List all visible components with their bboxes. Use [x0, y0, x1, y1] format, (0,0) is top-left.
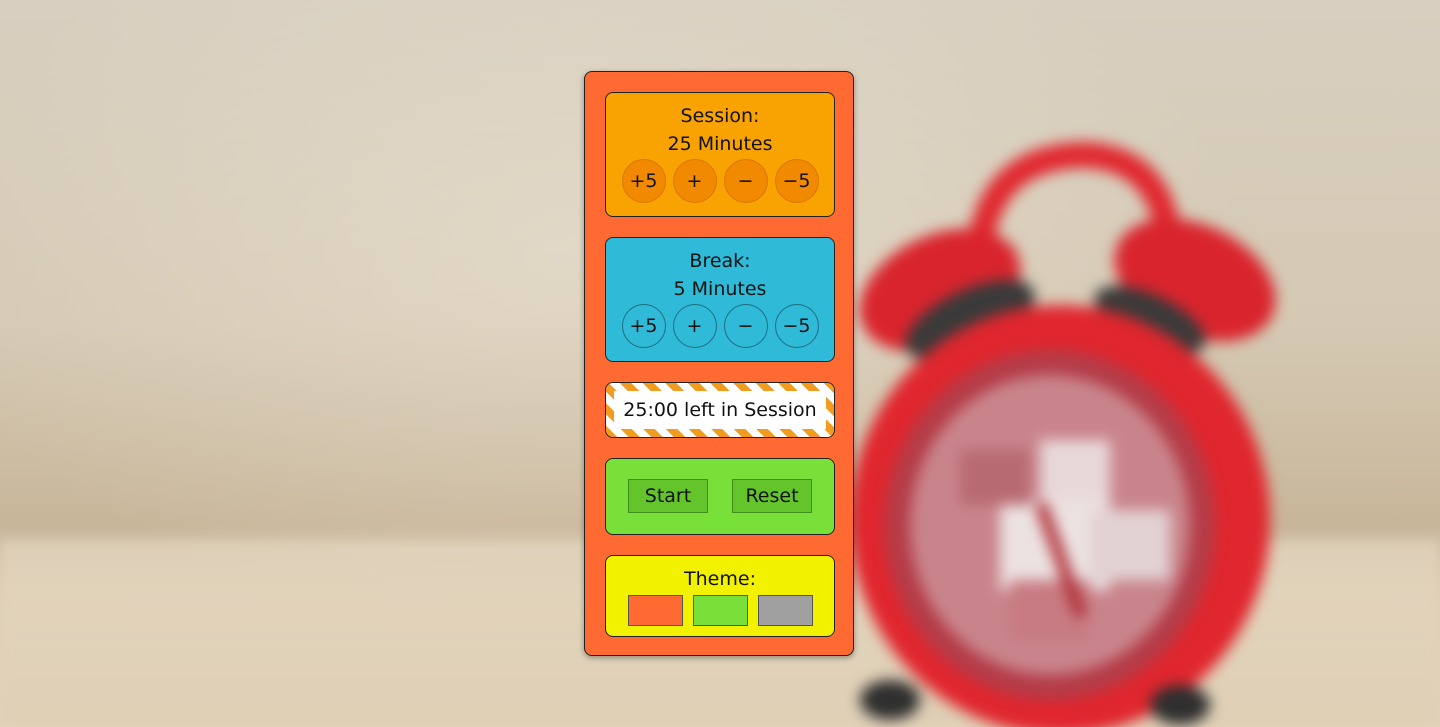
- break-length: 5 Minutes: [673, 278, 767, 300]
- session-minus-1-button[interactable]: −: [723, 159, 768, 203]
- break-minus-1-button[interactable]: −: [723, 304, 768, 348]
- session-plus-1-button[interactable]: +: [672, 159, 717, 203]
- break-panel: Break: 5 Minutes +5 + − −5: [605, 237, 835, 362]
- alarm-clock-image: [850, 141, 1276, 727]
- session-length: 25 Minutes: [667, 133, 773, 155]
- theme-title: Theme:: [684, 568, 756, 590]
- controls-row: Start Reset: [606, 479, 834, 513]
- break-plus-5-button[interactable]: +5: [621, 304, 666, 348]
- break-adjust-buttons: +5 + − −5: [606, 304, 834, 348]
- break-plus-1-button[interactable]: +: [672, 304, 717, 348]
- reset-button[interactable]: Reset: [732, 479, 812, 513]
- session-adjust-buttons: +5 + − −5: [606, 159, 834, 203]
- start-button[interactable]: Start: [628, 479, 708, 513]
- controls-panel: Start Reset: [605, 458, 835, 535]
- timer-status-text: 25:00 left in Session: [623, 399, 817, 421]
- session-panel: Session: 25 Minutes +5 + − −5: [605, 92, 835, 217]
- pomodoro-app: Session: 25 Minutes +5 + − −5 Break: 5 M…: [584, 71, 854, 656]
- theme-swatch-green[interactable]: [692, 595, 748, 626]
- theme-swatches: [606, 595, 834, 626]
- session-title: Session:: [680, 105, 760, 127]
- session-plus-5-button[interactable]: +5: [621, 159, 666, 203]
- break-minus-5-button[interactable]: −5: [774, 304, 819, 348]
- session-minus-5-button[interactable]: −5: [774, 159, 819, 203]
- timer-status-panel: 25:00 left in Session: [605, 382, 835, 438]
- theme-swatch-orange[interactable]: [627, 595, 683, 626]
- break-title: Break:: [689, 250, 751, 272]
- status-stripe-border: 25:00 left in Session: [606, 383, 834, 437]
- theme-swatch-gray[interactable]: [757, 595, 813, 626]
- theme-panel: Theme:: [605, 555, 835, 637]
